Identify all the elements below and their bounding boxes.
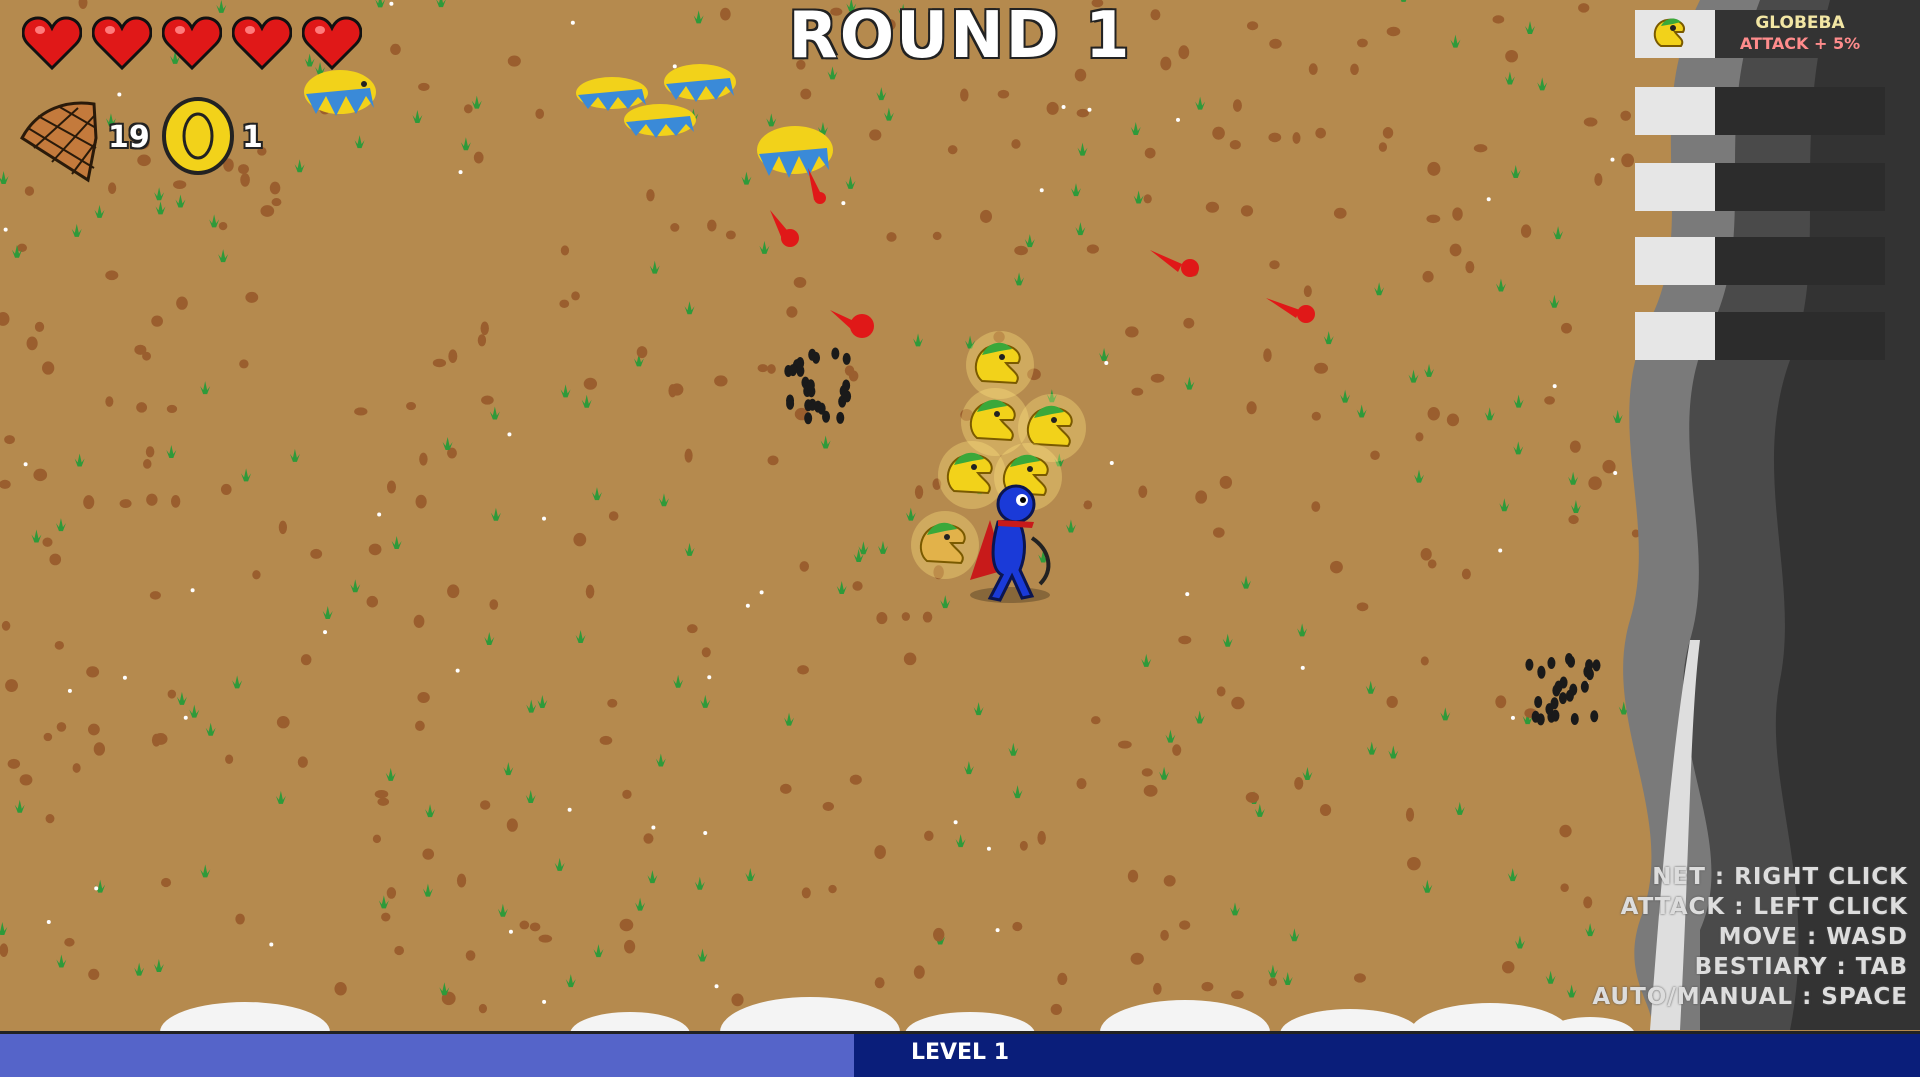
bestiary-slot-info [1715, 87, 1885, 135]
bestiary-slot-thumb [1635, 87, 1715, 135]
coin-icon [162, 97, 234, 175]
bestiary-slot-empty[interactable] [1635, 312, 1885, 360]
bestiary-entry-bonus: ATTACK + 5% [1739, 34, 1861, 53]
bestiary-slot-info [1715, 163, 1885, 211]
level-label: LEVEL 1 [910, 1040, 1010, 1065]
net-count: 19 [108, 120, 150, 155]
bestiary-slot-thumb [1635, 10, 1715, 58]
bestiary-slot-info [1715, 237, 1885, 285]
control-hint-net: NET : RIGHT CLICK [1652, 864, 1908, 890]
bestiary-slot-info: GLOBEBA ATTACK + 5% [1715, 10, 1885, 58]
bestiary-slot-thumb [1635, 312, 1715, 360]
coin-count: 1 [242, 120, 263, 155]
bestiary-slot-thumb [1635, 237, 1715, 285]
bestiary-entry-name: GLOBEBA [1755, 13, 1845, 33]
control-hint-attack: ATTACK : LEFT CLICK [1620, 894, 1908, 920]
control-hint-auto: AUTO/MANUAL : SPACE [1592, 984, 1908, 1010]
controls-help: NET : RIGHT CLICK ATTACK : LEFT CLICK MO… [1592, 862, 1908, 1012]
net-icon [20, 101, 98, 183]
bestiary-slot-empty[interactable] [1635, 163, 1885, 211]
bestiary-slot-empty[interactable] [1635, 87, 1885, 135]
globeba-icon [1653, 18, 1685, 47]
control-hint-move: MOVE : WASD [1718, 924, 1908, 950]
round-title: ROUND 1 [788, 0, 1132, 73]
control-hint-bestiary: BESTIARY : TAB [1694, 954, 1908, 980]
bestiary-slot-thumb [1635, 163, 1715, 211]
bestiary-slot-empty[interactable] [1635, 237, 1885, 285]
xp-bar: LEVEL 1 [0, 1031, 1920, 1077]
bestiary-slot-info [1715, 312, 1885, 360]
bestiary-slot[interactable]: GLOBEBA ATTACK + 5% [1635, 10, 1885, 58]
